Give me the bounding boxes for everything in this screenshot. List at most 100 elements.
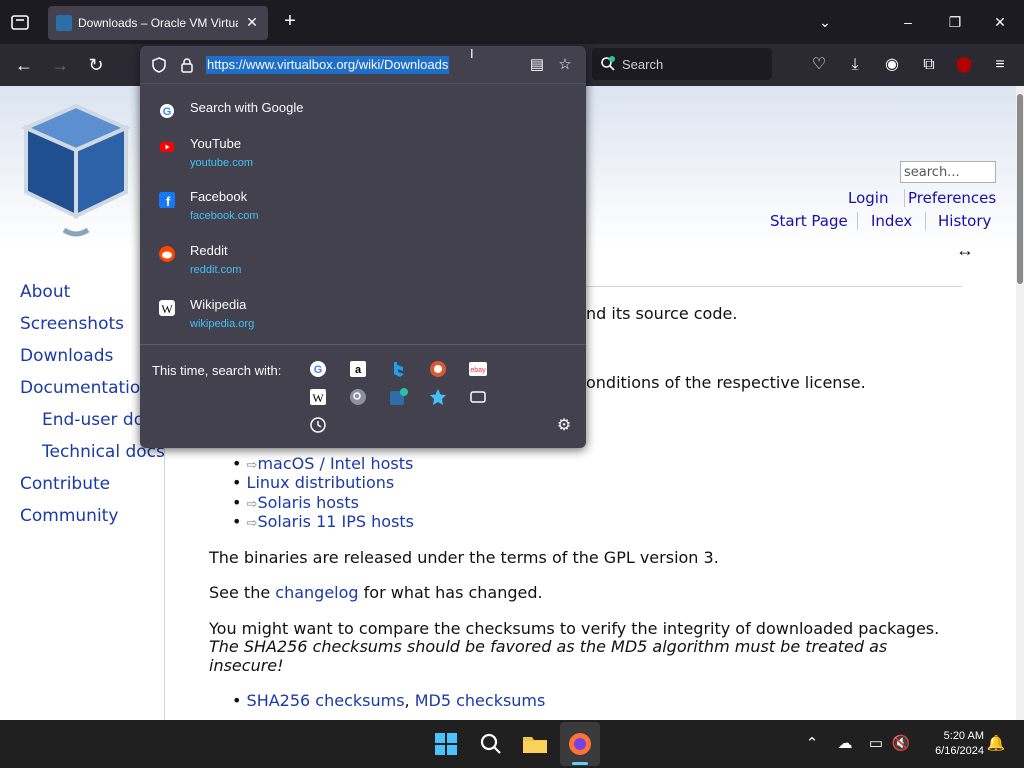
sidebar-item-documentation[interactable]: Documentation bbox=[20, 378, 151, 398]
forward-icon[interactable]: → bbox=[48, 53, 72, 77]
index-link[interactable]: Index bbox=[871, 212, 912, 230]
tab-list-icon[interactable] bbox=[8, 10, 32, 34]
suggestion-reddit[interactable]: Reddit reddit.com bbox=[140, 239, 586, 289]
magnifier-icon[interactable] bbox=[348, 387, 368, 407]
sidebar-item-community[interactable]: Community bbox=[20, 506, 118, 526]
preferences-link[interactable]: Preferences bbox=[908, 189, 996, 207]
tracking-shield-icon[interactable] bbox=[150, 56, 168, 74]
suggestion-facebook[interactable]: f Facebook facebook.com bbox=[140, 185, 586, 235]
duckduckgo-icon[interactable] bbox=[428, 359, 448, 379]
account-icon[interactable]: ◉ bbox=[881, 54, 903, 76]
checksum-warning-2: insecure! bbox=[209, 656, 284, 675]
tab-active[interactable]: Downloads – Oracle VM VirtualBox ✕ bbox=[48, 6, 268, 40]
url-text: https://www.virtualbox.org/wiki/Download… bbox=[206, 56, 450, 74]
network-icon[interactable]: ▭ bbox=[866, 734, 886, 754]
search-icon bbox=[601, 56, 615, 71]
clock-time: 5:20 AM bbox=[943, 730, 984, 742]
downloads-icon[interactable]: ⤓ bbox=[844, 54, 866, 76]
new-tab-icon[interactable]: + bbox=[280, 11, 300, 31]
checksum-intro: You might want to compare the checksums … bbox=[209, 619, 940, 638]
bookmarks-star-icon[interactable] bbox=[428, 387, 448, 407]
youtube-icon bbox=[160, 142, 174, 152]
sidebar-item-about[interactable]: About bbox=[20, 282, 70, 302]
changelog-post: for what has changed. bbox=[358, 583, 543, 602]
chevron-up-icon[interactable]: ⌃ bbox=[802, 734, 822, 754]
minimize-icon[interactable]: – bbox=[898, 12, 918, 32]
history-link[interactable]: History bbox=[938, 212, 991, 230]
solaris-hosts-link[interactable]: Solaris hosts bbox=[257, 493, 359, 512]
lock-icon[interactable] bbox=[178, 56, 196, 74]
text-cursor-icon: I bbox=[470, 46, 474, 61]
amazon-icon[interactable]: a bbox=[348, 359, 368, 379]
notifications-bell-icon[interactable]: 🔔 bbox=[986, 734, 1006, 754]
external-link-icon: ⇨ bbox=[246, 458, 258, 473]
extensions-icon[interactable]: ⧉ bbox=[918, 54, 940, 76]
ublock-icon[interactable] bbox=[953, 54, 975, 76]
list-all-tabs-icon[interactable]: ⌄ bbox=[815, 12, 835, 32]
wikipedia-icon[interactable]: W bbox=[308, 387, 328, 407]
solaris-ips-hosts-link[interactable]: Solaris 11 IPS hosts bbox=[257, 512, 414, 531]
suggestion-url: youtube.com bbox=[190, 157, 253, 169]
sidebar-item-downloads[interactable]: Downloads bbox=[20, 346, 113, 366]
changelog-link[interactable]: changelog bbox=[275, 583, 358, 602]
list-item: • ⇨Solaris hosts bbox=[232, 493, 359, 512]
pocket-icon[interactable]: ♡ bbox=[808, 54, 830, 76]
search-settings-gear-icon[interactable]: ⚙ bbox=[554, 416, 574, 436]
scrollbar-thumb[interactable] bbox=[1017, 94, 1023, 284]
back-icon[interactable]: ← bbox=[12, 53, 36, 77]
page-scrollbar[interactable] bbox=[1016, 86, 1024, 720]
cloud-offline-icon[interactable]: ☁ bbox=[835, 734, 855, 754]
changelog-pre: See the bbox=[209, 583, 276, 602]
tab-close-icon[interactable]: ✕ bbox=[244, 14, 260, 30]
login-link[interactable]: Login bbox=[848, 189, 888, 207]
url-input[interactable]: https://www.virtualbox.org/wiki/Download… bbox=[140, 46, 586, 84]
suggestion-youtube[interactable]: YouTube youtube.com bbox=[140, 132, 586, 182]
google-icon[interactable]: G bbox=[308, 359, 328, 379]
sidebar-item-screenshots[interactable]: Screenshots bbox=[20, 314, 124, 334]
macos-hosts-link[interactable]: macOS / Intel hosts bbox=[257, 454, 413, 473]
virtualbox-search-icon[interactable] bbox=[388, 387, 408, 407]
reader-view-icon[interactable]: ▤ bbox=[528, 56, 546, 74]
file-explorer-icon[interactable] bbox=[519, 728, 551, 760]
md5-link[interactable]: MD5 checksums bbox=[415, 691, 546, 710]
suggestion-wikipedia[interactable]: W Wikipedia wikipedia.org bbox=[140, 293, 586, 343]
reload-icon[interactable]: ↻ bbox=[84, 53, 108, 77]
sidebar-item-contribute[interactable]: Contribute bbox=[20, 474, 110, 494]
firefox-icon[interactable] bbox=[564, 728, 596, 760]
virtualbox-logo-icon bbox=[21, 103, 131, 237]
wiki-search-input[interactable]: search... bbox=[900, 161, 996, 183]
suggestion-url: reddit.com bbox=[190, 264, 242, 276]
ebay-icon[interactable]: ebay bbox=[468, 359, 488, 379]
windows-start-icon[interactable] bbox=[430, 728, 462, 760]
volume-muted-icon[interactable]: 🔇 bbox=[891, 734, 911, 754]
gpl-text: The binaries are released under the term… bbox=[209, 548, 719, 567]
tab-title: Downloads – Oracle VM VirtualBox bbox=[78, 16, 238, 30]
resize-arrows-icon[interactable]: ↔ bbox=[956, 240, 974, 261]
start-page-link[interactable]: Start Page bbox=[770, 212, 848, 230]
screen: Downloads – Oracle VM VirtualBox ✕ + ⌄ –… bbox=[0, 0, 1024, 768]
search-input[interactable]: Search bbox=[592, 48, 772, 80]
virtualbox-favicon-icon bbox=[56, 15, 72, 31]
svg-text:ebay: ebay bbox=[470, 367, 486, 374]
bing-icon[interactable] bbox=[388, 359, 408, 379]
search-icon[interactable] bbox=[475, 728, 507, 760]
content-text: onditions of the respective license. bbox=[586, 373, 866, 392]
this-time-label: This time, search with: bbox=[152, 363, 282, 378]
history-icon[interactable] bbox=[308, 415, 328, 435]
suggestion-url: facebook.com bbox=[190, 210, 259, 222]
linux-distributions-link[interactable]: Linux distributions bbox=[247, 473, 395, 492]
external-link-icon: ⇨ bbox=[246, 497, 258, 512]
suggestion-title: Facebook bbox=[190, 189, 248, 204]
restore-icon[interactable]: ❐ bbox=[945, 12, 965, 32]
facebook-icon: f bbox=[159, 192, 175, 209]
bookmark-star-icon[interactable]: ☆ bbox=[556, 56, 574, 74]
sha256-link[interactable]: SHA256 checksums bbox=[247, 691, 405, 710]
divider bbox=[140, 344, 586, 345]
close-window-icon[interactable]: ✕ bbox=[990, 12, 1010, 32]
google-icon: G bbox=[160, 104, 174, 118]
tabs-icon[interactable] bbox=[468, 387, 488, 407]
menu-icon[interactable]: ≡ bbox=[989, 54, 1011, 76]
search-placeholder: Search bbox=[622, 57, 664, 72]
comma: , bbox=[404, 691, 410, 710]
clock[interactable]: 5:20 AM 6/16/2024 bbox=[918, 729, 984, 759]
